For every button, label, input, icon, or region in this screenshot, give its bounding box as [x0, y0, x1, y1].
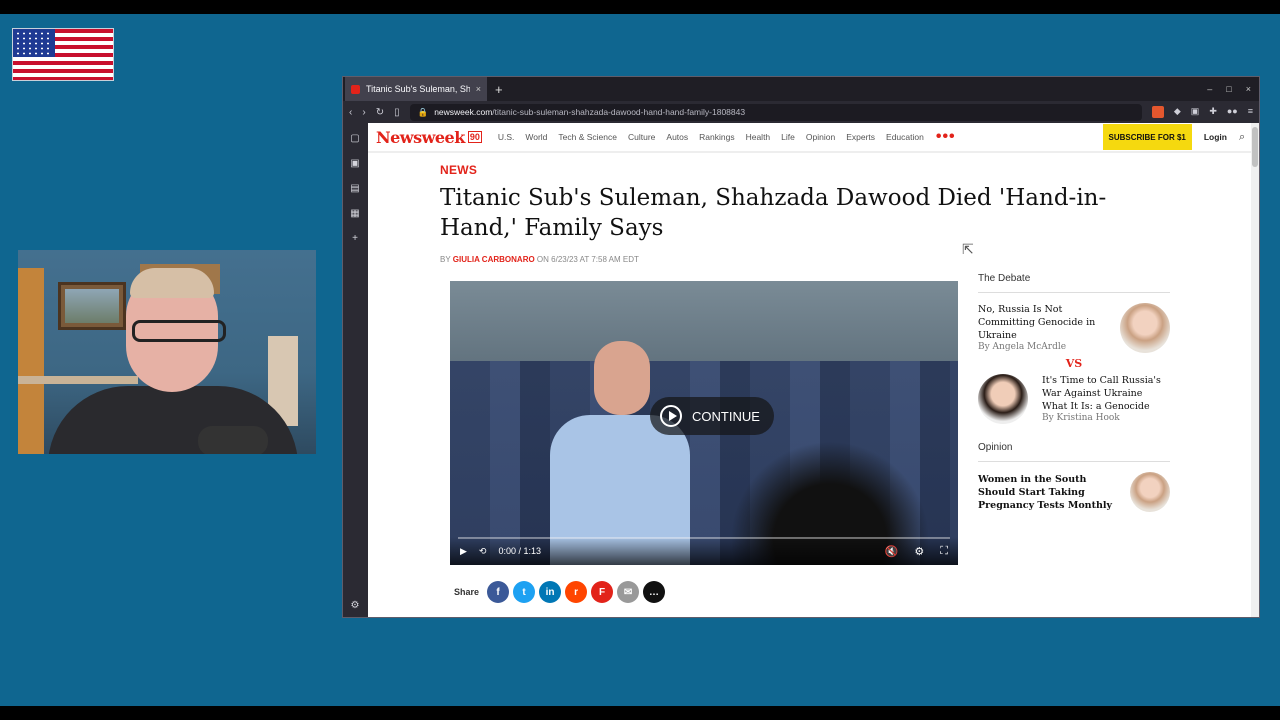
site-nav: Newsweek 90 U.S. World Tech & Science Cultu…	[368, 123, 1259, 153]
share-bar: Share f t in r F ✉…	[454, 581, 666, 603]
sidebar-settings-icon[interactable]: ⚙	[351, 600, 360, 611]
debate-2-author: By Kristina Hook	[1042, 413, 1120, 423]
nav-link[interactable]: U.S.	[498, 132, 515, 142]
nav-link[interactable]: Health	[746, 132, 771, 142]
browser-sidebar: ▢ ▣ ▤ ▦ + ⚙	[343, 123, 367, 617]
extension-icon[interactable]: ◆	[1174, 106, 1181, 118]
puzzle-icon[interactable]: ✚	[1209, 106, 1217, 118]
lock-icon: 🔒	[417, 106, 429, 117]
nav-link[interactable]: Experts	[846, 132, 875, 142]
address-bar[interactable]: 🔒 newsweek.com/titanic-sub-suleman-shahz…	[409, 103, 1142, 121]
continue-label: CONTINUE	[692, 408, 760, 424]
webcam-feed	[18, 250, 316, 454]
video-time: 0:00 / 1:13	[498, 546, 542, 556]
page-viewport: Newsweek 90 U.S. World Tech & Science Cultu…	[368, 123, 1259, 617]
subscribe-button[interactable]: SUBSCRIBE FOR $1	[1102, 124, 1192, 150]
nav-links: U.S. World Tech & Science Culture Autos Ranki…	[498, 132, 924, 142]
nav-link[interactable]: Tech & Science	[558, 132, 617, 142]
video-controls: ▶ ⟲ 0:00 / 1:13 🔇 ⚙ ⛶	[450, 537, 958, 565]
maximize-button[interactable]: □	[1226, 84, 1231, 94]
nav-link[interactable]: Culture	[628, 132, 655, 142]
byline: BY GIULIA CARBONARO ON 6/23/23 AT 7:58 A…	[440, 255, 639, 264]
sidebar-reading-icon[interactable]: ▤	[350, 183, 359, 194]
forward-icon[interactable]: ›	[362, 107, 365, 118]
tab-title: Titanic Sub's Suleman, Sh	[366, 84, 470, 94]
more-menu-icon[interactable]: •••	[936, 128, 956, 146]
url-domain: newsweek.com	[434, 107, 493, 117]
fullscreen-icon[interactable]: ⛶	[940, 545, 948, 558]
nav-link[interactable]: World	[525, 132, 547, 142]
debate-2-title[interactable]: It's Time to Call Russia's War Against U…	[1042, 374, 1170, 413]
newsweek-logo[interactable]: Newsweek	[376, 128, 465, 147]
opinion-heading: Opinion	[978, 442, 1170, 462]
article-headline: Titanic Sub's Suleman, Shahzada Dawood D…	[440, 185, 1107, 241]
author-avatar	[978, 374, 1028, 424]
tab-bar: Titanic Sub's Suleman, Sh × + – □ ×	[343, 77, 1259, 101]
sidebar-add-icon[interactable]: +	[352, 233, 358, 244]
debate-item-2[interactable]: It's Time to Call Russia's War Against U…	[978, 374, 1170, 424]
debate-item-1[interactable]: No, Russia Is Not Committing Genocide in…	[978, 303, 1170, 353]
opinion-item-1[interactable]: Women in the South Should Start Taking P…	[978, 472, 1170, 512]
desktop-stage: Titanic Sub's Suleman, Sh × + – □ × ‹ › …	[0, 14, 1280, 706]
reload-icon[interactable]: ↻	[376, 107, 384, 118]
close-window-button[interactable]: ×	[1246, 84, 1251, 94]
play-circle-icon	[660, 405, 682, 427]
page-scrollbar[interactable]	[1251, 123, 1259, 617]
right-rail: The Debate No, Russia Is Not Committing …	[978, 273, 1170, 512]
share-label: Share	[454, 587, 480, 597]
author-avatar	[1120, 303, 1170, 353]
nav-link[interactable]: Opinion	[806, 132, 835, 142]
tab-close-icon[interactable]: ×	[476, 84, 481, 94]
nav-link[interactable]: Autos	[666, 132, 688, 142]
debate-heading: The Debate	[978, 273, 1170, 293]
back-icon[interactable]: ‹	[349, 107, 352, 118]
nav-link[interactable]: Rankings	[699, 132, 734, 142]
replay-icon[interactable]: ⟲	[479, 546, 487, 557]
mouse-cursor-icon: ⇱	[962, 241, 974, 257]
debate-1-title[interactable]: No, Russia Is Not Committing Genocide in…	[978, 303, 1112, 342]
share-button-icon[interactable]: in	[539, 581, 562, 603]
menu-icon[interactable]: ≡	[1248, 106, 1253, 118]
sidebar-wallet-icon[interactable]: ▣	[350, 158, 359, 169]
vpn-icon[interactable]: ●●	[1227, 106, 1238, 118]
browser-window: Titanic Sub's Suleman, Sh × + – □ × ‹ › …	[342, 76, 1260, 618]
bookmark-icon[interactable]: ▯	[394, 107, 400, 118]
publish-date: ON 6/23/23 AT 7:58 AM EDT	[536, 255, 639, 264]
nav-link[interactable]: Education	[886, 132, 924, 142]
minimize-button[interactable]: –	[1207, 84, 1212, 94]
sidebar-home-icon[interactable]: ▢	[350, 133, 359, 144]
vs-label: VS	[1065, 357, 1083, 370]
opinion-1-title[interactable]: Women in the South Should Start Taking P…	[978, 473, 1122, 512]
anniversary-badge: 90	[467, 131, 482, 143]
us-flag-image	[12, 28, 114, 81]
url-path: /titanic-sub-suleman-shahzada-dawood-han…	[492, 107, 746, 117]
author-avatar	[1130, 472, 1170, 512]
login-link[interactable]: Login	[1192, 132, 1239, 142]
downloads-icon[interactable]: ▣	[1191, 106, 1200, 118]
newsweek-favicon-icon	[351, 84, 360, 94]
brave-shield-icon[interactable]	[1151, 106, 1164, 118]
share-button-icon[interactable]: …	[643, 581, 666, 603]
share-button-icon[interactable]: ✉	[617, 581, 640, 603]
article-kicker[interactable]: NEWS	[440, 163, 477, 177]
new-tab-button[interactable]: +	[487, 82, 511, 97]
share-button-icon[interactable]: f	[487, 581, 510, 603]
video-player[interactable]: CONTINUE ▶ ⟲ 0:00 / 1:13 🔇 ⚙ ⛶	[450, 281, 958, 565]
nav-link[interactable]: Life	[781, 132, 795, 142]
share-button-icon[interactable]: t	[513, 581, 536, 603]
share-button-icon[interactable]: r	[565, 581, 588, 603]
continue-button[interactable]: CONTINUE	[650, 397, 774, 435]
sidebar-bookmarks-icon[interactable]: ▦	[350, 208, 359, 219]
author-link[interactable]: GIULIA CARBONARO	[453, 255, 535, 264]
nav-toolbar: ‹ › ↻ ▯ 🔒 newsweek.com/titanic-sub-sulem…	[343, 101, 1259, 123]
settings-gear-icon[interactable]: ⚙	[914, 545, 924, 558]
debate-1-author: By Angela McArdle	[978, 342, 1067, 352]
mute-icon[interactable]: 🔇	[885, 545, 899, 558]
browser-tab[interactable]: Titanic Sub's Suleman, Sh ×	[345, 77, 487, 101]
play-icon[interactable]: ▶	[460, 546, 467, 557]
share-button-icon[interactable]: F	[591, 581, 614, 603]
